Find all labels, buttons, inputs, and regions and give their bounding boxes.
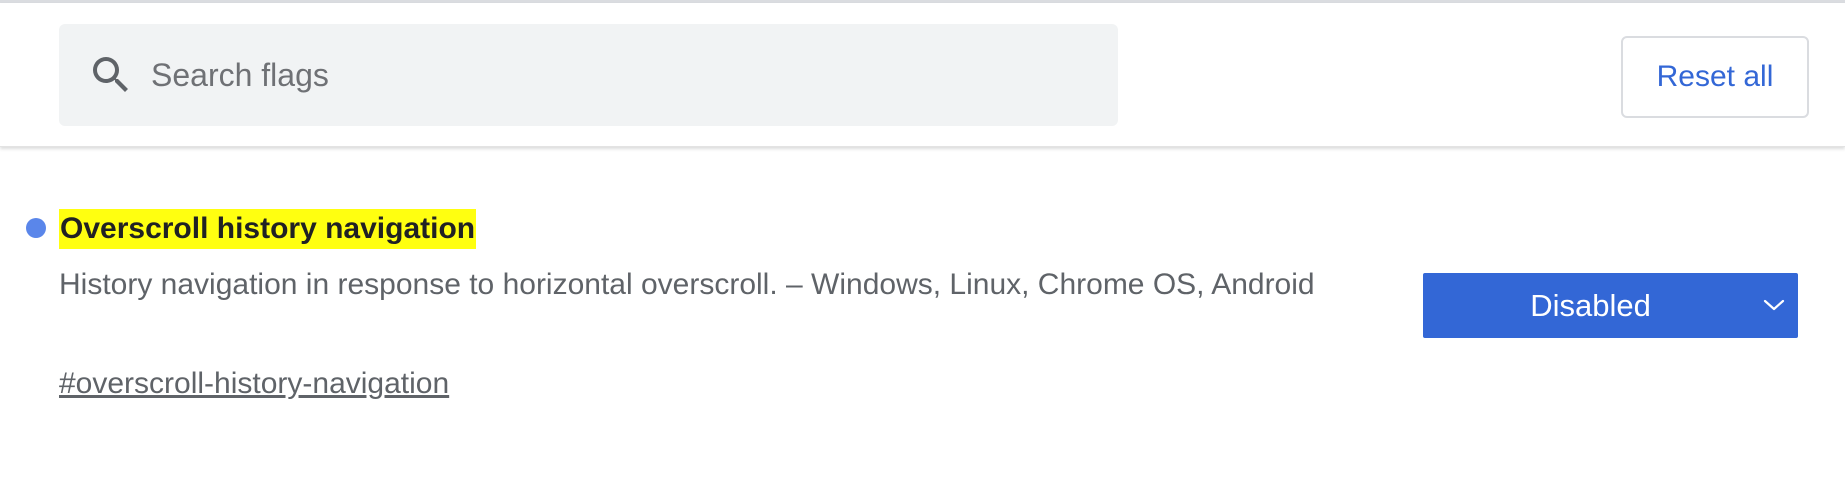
reset-all-button[interactable]: Reset all — [1621, 36, 1809, 118]
flag-title: Overscroll history navigation — [59, 209, 477, 249]
flag-state-dropdown[interactable]: Disabled — [1423, 273, 1798, 338]
flag-permalink[interactable]: #overscroll-history-navigation — [59, 364, 449, 404]
status-dot — [26, 218, 46, 238]
search-box[interactable] — [59, 24, 1118, 126]
search-icon — [93, 57, 128, 92]
dropdown-selected-value: Disabled — [1530, 288, 1651, 323]
flag-item: Overscroll history navigation History na… — [0, 146, 1845, 480]
chevron-down-icon — [1763, 299, 1785, 311]
flags-header: Reset all — [0, 3, 1845, 147]
flag-description: History navigation in response to horizo… — [59, 268, 1315, 301]
search-input[interactable] — [151, 24, 1091, 126]
